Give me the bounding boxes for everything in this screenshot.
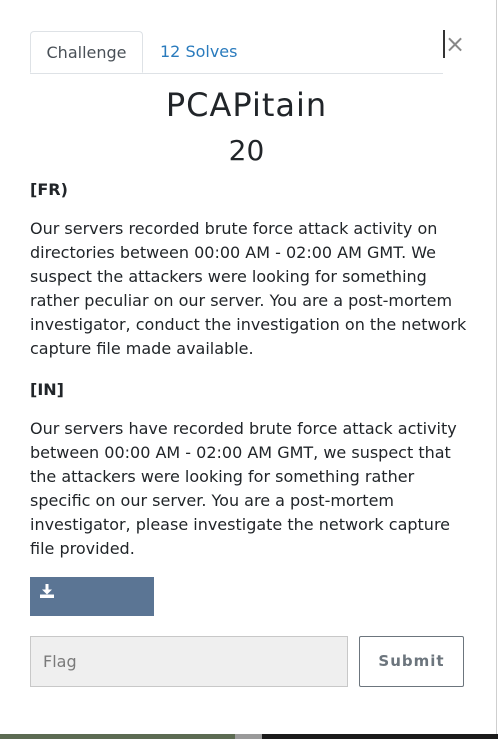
close-button[interactable]: ×: [443, 30, 465, 58]
tab-solves[interactable]: 12 Solves: [160, 31, 237, 72]
close-icon: ×: [445, 30, 466, 58]
challenge-title: PCAPitain: [165, 86, 328, 124]
description-fr: Our servers recorded brute force attack …: [30, 219, 467, 358]
backdrop: [0, 734, 498, 739]
tab-challenge[interactable]: Challenge: [30, 31, 143, 73]
file-download-button[interactable]: traffic1.pcap: [30, 575, 154, 642]
description-in: Our servers have recorded brute force at…: [30, 419, 457, 558]
challenge-modal: Challenge 12 Solves × PCAPitain 20 [FR) …: [0, 0, 497, 734]
submit-button[interactable]: Submit: [359, 636, 464, 687]
section-label-in: [IN]: [30, 380, 64, 399]
flag-input[interactable]: [30, 636, 348, 687]
tab-bar: Challenge 12 Solves: [30, 31, 443, 74]
challenge-points: 20: [228, 134, 265, 167]
download-icon: [40, 575, 54, 614]
section-label-fr: [FR): [30, 180, 68, 199]
